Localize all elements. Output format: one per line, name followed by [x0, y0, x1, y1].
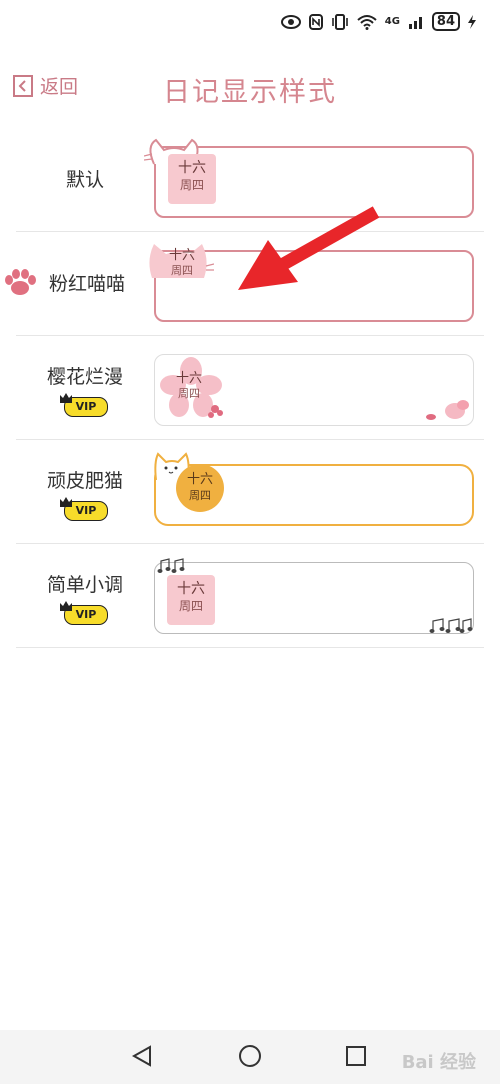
- crown-icon: [60, 497, 72, 507]
- row-label: 樱花烂漫 VIP: [16, 336, 156, 439]
- vip-label: VIP: [75, 608, 97, 621]
- date-box: 十六 周四: [167, 371, 211, 401]
- sakura-petals-icon: [426, 400, 469, 420]
- crown-icon: [60, 601, 72, 611]
- status-icons: 4G 84: [280, 12, 476, 31]
- vip-label: VIP: [75, 504, 97, 517]
- vibrate-icon: [331, 13, 348, 30]
- style-name: 默认: [65, 169, 104, 191]
- row-label: 默认: [16, 128, 156, 231]
- vip-badge: VIP: [60, 497, 108, 521]
- date-box: 十六 周四: [167, 575, 215, 625]
- home-circle-icon[interactable]: [238, 1044, 262, 1068]
- red-arrow-icon: [238, 206, 380, 290]
- recents-square-icon[interactable]: [344, 1044, 368, 1068]
- battery-level: 84: [431, 12, 460, 31]
- date-day: 十六: [177, 581, 205, 597]
- preview-sakura[interactable]: 十六 周四: [154, 354, 474, 426]
- row-label: 顽皮肥猫 VIP: [16, 440, 156, 543]
- nfc-icon: [308, 13, 323, 30]
- crown-icon: [60, 393, 72, 403]
- paw-icon: [5, 269, 36, 295]
- row-label: 简单小调 VIP: [16, 544, 156, 647]
- music-notes-icon: [157, 558, 185, 573]
- style-row-simple-tune[interactable]: 简单小调 VIP 十六 周四: [16, 544, 484, 648]
- style-name: 粉红喵喵: [48, 273, 125, 295]
- style-name: 顽皮肥猫: [46, 470, 123, 492]
- date-day: 十六: [178, 160, 206, 176]
- row-label: 粉红喵喵: [5, 232, 156, 335]
- date-day: 十六: [186, 472, 213, 487]
- signal-icon: [408, 16, 422, 29]
- music-notes-icon: [429, 618, 473, 633]
- vip-badge: VIP: [60, 601, 108, 625]
- style-name: 简单小调: [46, 574, 123, 596]
- eye-icon: [280, 14, 301, 29]
- date-week: 周四: [178, 599, 203, 613]
- charging-icon: [468, 14, 476, 29]
- style-row-chubby-cat[interactable]: 顽皮肥猫 VIP 十六 周四: [16, 440, 484, 544]
- date-week: 周四: [171, 264, 193, 277]
- preview-chubby-cat[interactable]: 十六 周四: [154, 452, 474, 526]
- date-box: 十六 周四: [168, 154, 216, 204]
- style-name: 樱花烂漫: [46, 366, 123, 388]
- date-day: 十六: [175, 371, 202, 386]
- date-day: 十六: [168, 248, 195, 263]
- style-row-sakura[interactable]: 樱花烂漫 VIP 十六 周四: [16, 336, 484, 440]
- date-week: 周四: [179, 178, 204, 192]
- date-box: 十六 周四: [176, 464, 224, 512]
- nav-bar: Bai 经验: [0, 1030, 500, 1084]
- header: 返回 日记显示样式: [0, 56, 500, 116]
- date-week: 周四: [178, 387, 200, 400]
- watermark: Bai 经验: [401, 1052, 476, 1073]
- vip-badge: VIP: [60, 393, 108, 417]
- vip-label: VIP: [75, 400, 97, 413]
- page-title: 日记显示样式: [163, 77, 337, 108]
- network-type: 4G: [384, 16, 400, 27]
- back-triangle-icon[interactable]: [130, 1044, 154, 1068]
- date-box: 十六 周四: [160, 248, 204, 278]
- preview-simple-tune[interactable]: 十六 周四: [154, 558, 474, 634]
- date-week: 周四: [189, 489, 211, 502]
- wifi-icon: [357, 14, 377, 30]
- status-bar: 4G 84: [0, 0, 500, 48]
